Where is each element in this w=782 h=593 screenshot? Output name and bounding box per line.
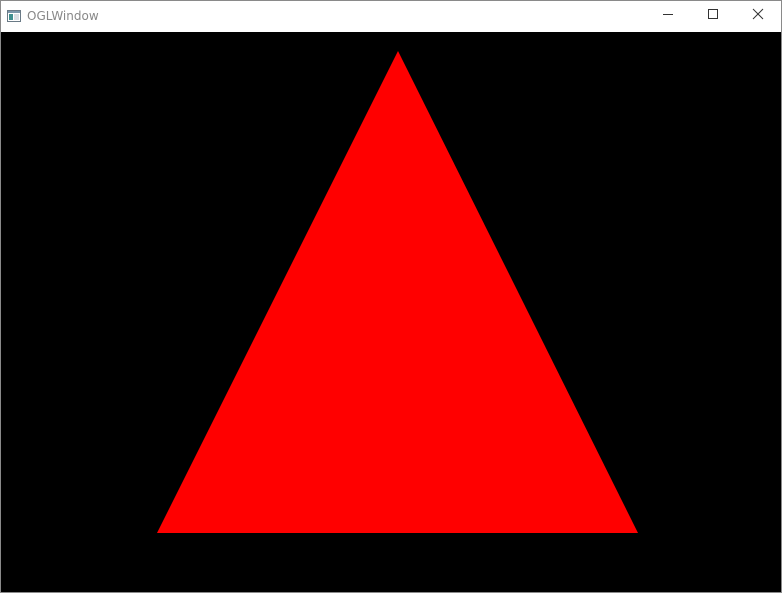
window-title: OGLWindow	[27, 9, 99, 23]
opengl-viewport[interactable]	[1, 32, 781, 592]
close-button[interactable]	[735, 1, 781, 31]
render-surface	[1, 32, 781, 592]
ogl-window: OGLWindow	[0, 0, 782, 593]
minimize-icon	[662, 7, 674, 25]
close-icon	[752, 7, 764, 25]
maximize-icon	[707, 7, 719, 25]
maximize-button[interactable]	[690, 1, 736, 31]
minimize-button[interactable]	[645, 1, 691, 31]
app-window-icon	[7, 9, 21, 22]
title-bar[interactable]: OGLWindow	[1, 1, 781, 31]
